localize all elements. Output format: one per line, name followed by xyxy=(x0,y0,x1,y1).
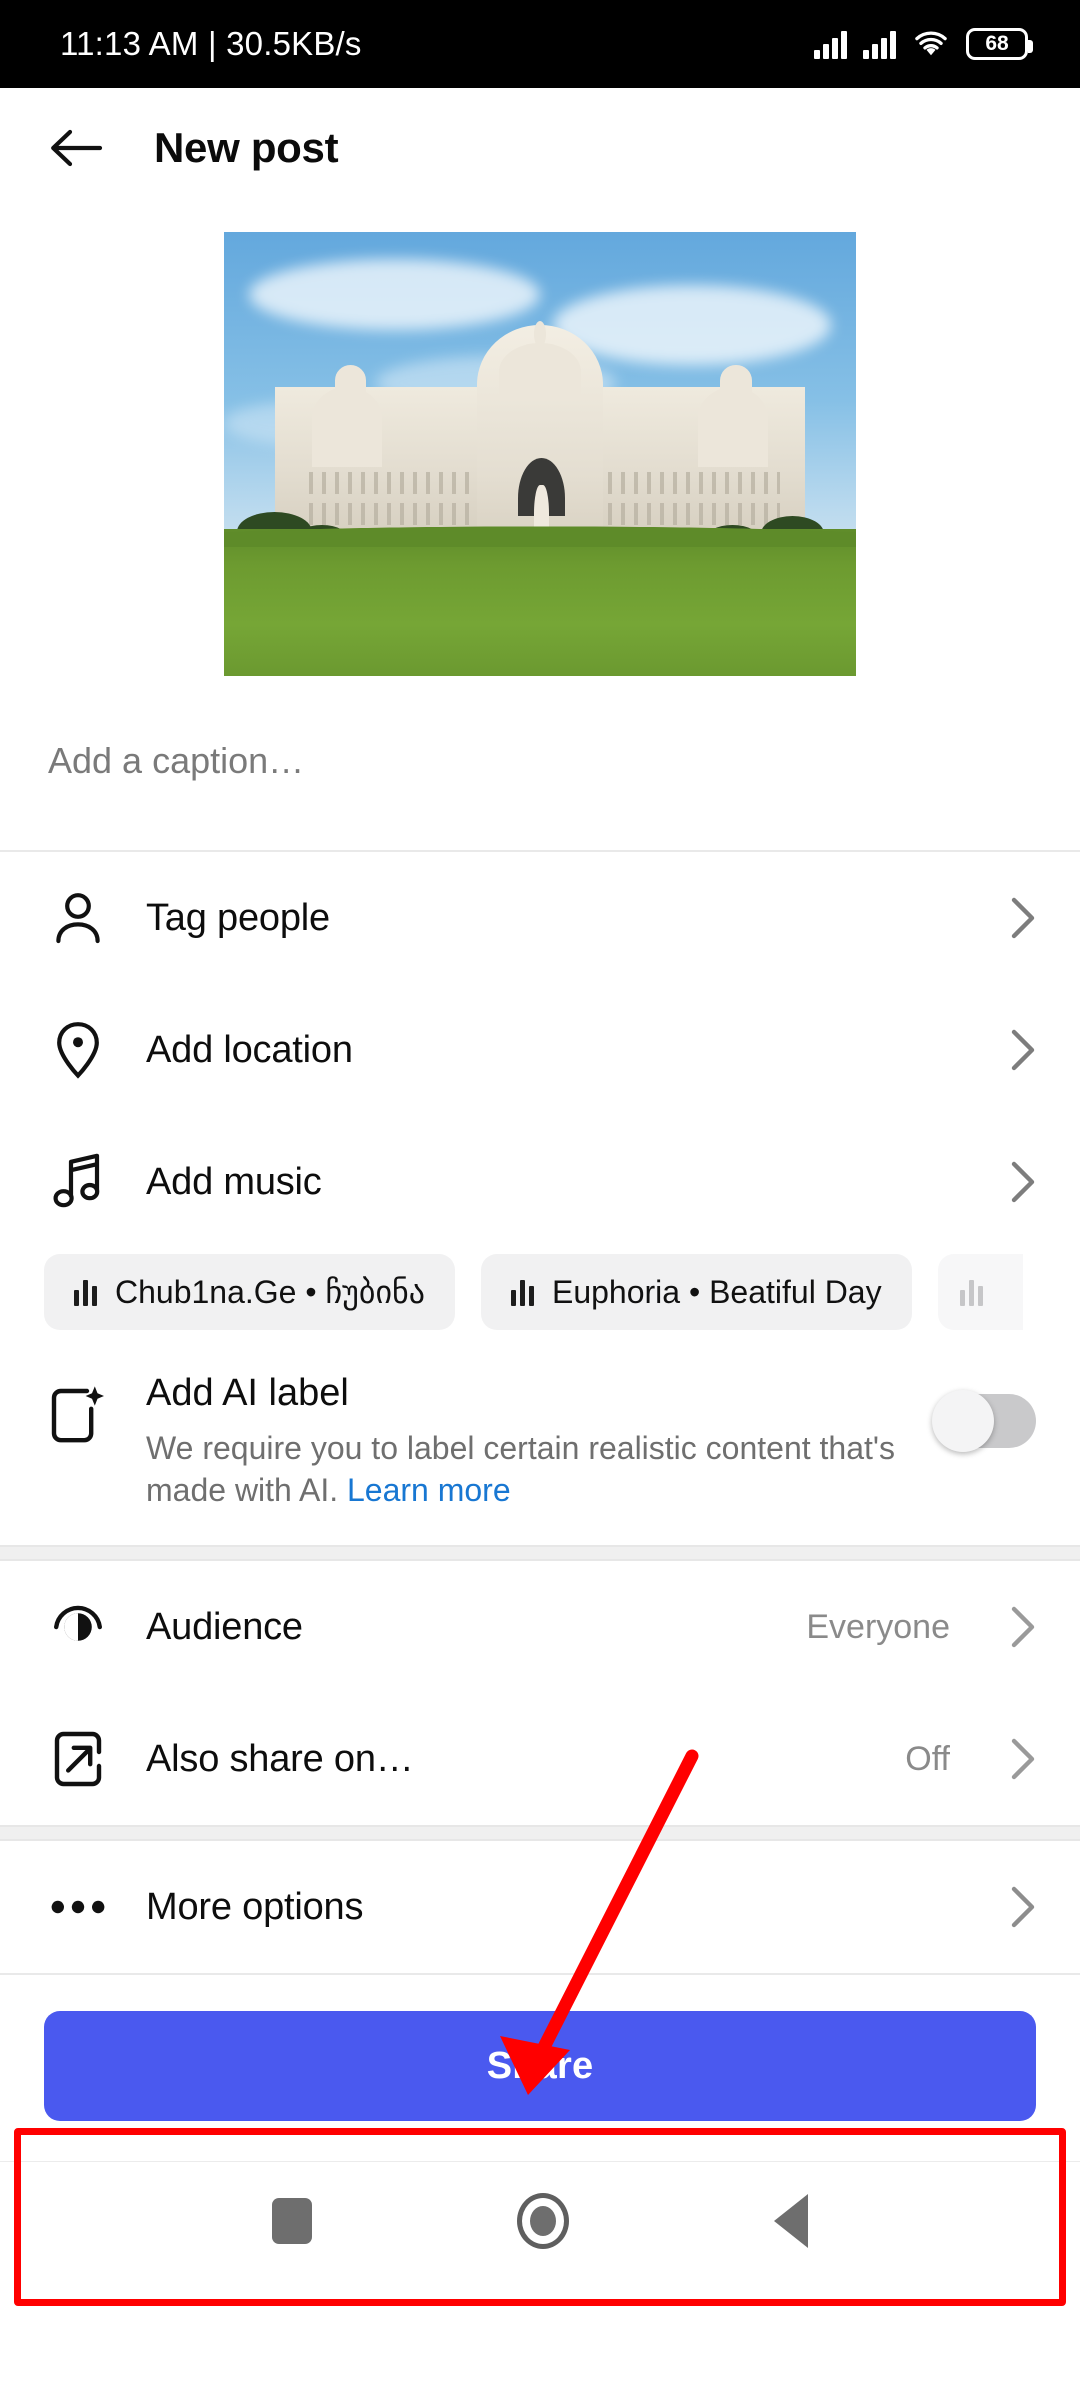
battery-level: 68 xyxy=(985,32,1009,55)
chevron-right-icon xyxy=(1010,1885,1036,1929)
row-label: Audience xyxy=(146,1605,303,1648)
arrow-left-icon xyxy=(51,129,103,167)
audience-eye-icon xyxy=(48,1597,108,1657)
post-image-thumbnail[interactable] xyxy=(224,232,856,676)
chevron-right-icon xyxy=(1010,1160,1036,1204)
ai-desc-text: We require you to label certain realisti… xyxy=(146,1430,896,1509)
music-chip[interactable]: Euphoria • Beatiful Day xyxy=(480,1254,912,1330)
also-share-on-value: Off xyxy=(905,1739,950,1778)
row-audience[interactable]: Audience Everyone xyxy=(0,1561,1080,1693)
ellipsis-icon xyxy=(48,1877,108,1937)
ai-label-description: We require you to label certain realisti… xyxy=(146,1427,900,1511)
post-options-section: Tag people Add location Add music Chub1n… xyxy=(0,852,1080,1546)
chevron-right-icon xyxy=(1010,1605,1036,1649)
ai-label-title: Add AI label xyxy=(146,1372,349,1414)
music-chip-label: Chub1na.Ge • ჩუბინა xyxy=(115,1274,425,1310)
status-time-and-speed: 11:13 AM | 30.5KB/s xyxy=(60,25,362,62)
signal-bars-icon xyxy=(814,29,847,59)
section-divider-2 xyxy=(0,1825,1080,1842)
media-preview-area xyxy=(0,208,1080,676)
back-button[interactable] xyxy=(48,120,104,176)
music-note-icon xyxy=(48,1152,108,1212)
android-navigation-bar xyxy=(0,2161,1080,2280)
row-label: Tag people xyxy=(146,896,330,939)
battery-icon: 68 xyxy=(966,28,1033,60)
status-icons: 68 xyxy=(814,28,1033,60)
caption-input-placeholder[interactable]: Add a caption… xyxy=(48,740,1032,782)
row-label: Also share on… xyxy=(146,1737,414,1780)
row-more-options[interactable]: More options xyxy=(0,1841,1080,1973)
ai-label-toggle[interactable] xyxy=(932,1390,1036,1452)
share-button[interactable]: Share xyxy=(44,2011,1036,2122)
app-header: New post xyxy=(0,88,1080,208)
equalizer-icon xyxy=(74,1278,97,1306)
chevron-right-icon xyxy=(1010,1028,1036,1072)
section-divider xyxy=(0,1545,1080,1562)
person-icon xyxy=(48,888,108,948)
row-also-share-on[interactable]: Also share on… Off xyxy=(0,1693,1080,1825)
caption-area[interactable]: Add a caption… xyxy=(0,676,1080,852)
row-tag-people[interactable]: Tag people xyxy=(0,852,1080,984)
row-add-ai-label[interactable]: Add AI label We require you to label cer… xyxy=(0,1344,1080,1545)
share-arrow-icon xyxy=(48,1729,108,1789)
chevron-right-icon xyxy=(1010,1737,1036,1781)
music-chip-partial[interactable] xyxy=(937,1254,1023,1330)
row-add-music[interactable]: Add music xyxy=(0,1116,1080,1248)
row-label: More options xyxy=(146,1885,364,1928)
more-options-section: More options xyxy=(0,1841,1080,1974)
row-add-location[interactable]: Add location xyxy=(0,984,1080,1116)
row-label: Add music xyxy=(146,1160,322,1203)
status-bar: 11:13 AM | 30.5KB/s 68 xyxy=(0,0,1080,88)
signal-bars-icon-2 xyxy=(863,29,896,59)
wifi-icon xyxy=(912,29,950,59)
audience-value: Everyone xyxy=(806,1607,950,1646)
toggle-knob xyxy=(932,1390,994,1452)
equalizer-icon xyxy=(510,1278,534,1306)
privacy-section: Audience Everyone Also share on… Off xyxy=(0,1561,1080,1826)
music-suggestion-chips[interactable]: Chub1na.Ge • ჩუბინა Euphoria • Beatiful … xyxy=(0,1248,1080,1344)
music-chip[interactable]: Chub1na.Ge • ჩუბინა xyxy=(44,1254,455,1330)
share-button-area: Share xyxy=(0,1975,1080,2162)
chevron-right-icon xyxy=(1010,896,1036,940)
recents-square-icon[interactable] xyxy=(272,2197,313,2244)
home-circle-icon[interactable] xyxy=(516,2192,569,2249)
location-pin-icon xyxy=(48,1020,108,1080)
row-label: Add location xyxy=(146,1028,353,1071)
ai-sparkle-icon xyxy=(48,1370,108,1451)
page-title: New post xyxy=(154,124,339,171)
music-chip-label: Euphoria • Beatiful Day xyxy=(551,1273,882,1310)
equalizer-icon xyxy=(959,1278,983,1306)
back-triangle-icon[interactable] xyxy=(773,2193,808,2248)
learn-more-link[interactable]: Learn more xyxy=(347,1472,511,1508)
